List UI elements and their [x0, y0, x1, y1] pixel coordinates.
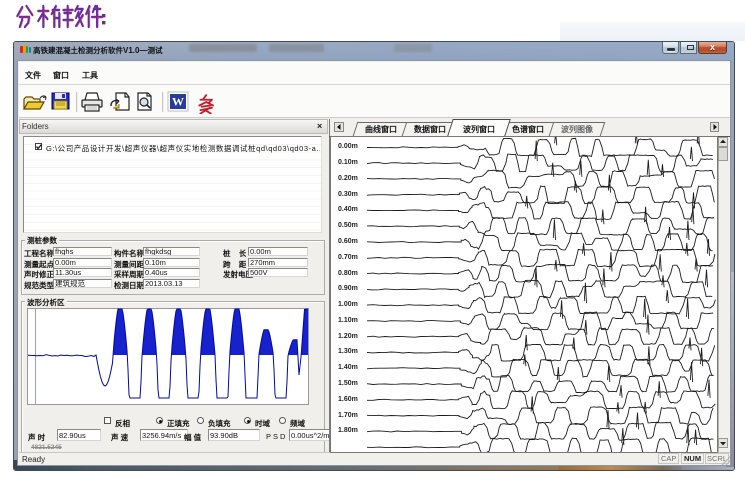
svg-text:W: W — [172, 95, 184, 109]
